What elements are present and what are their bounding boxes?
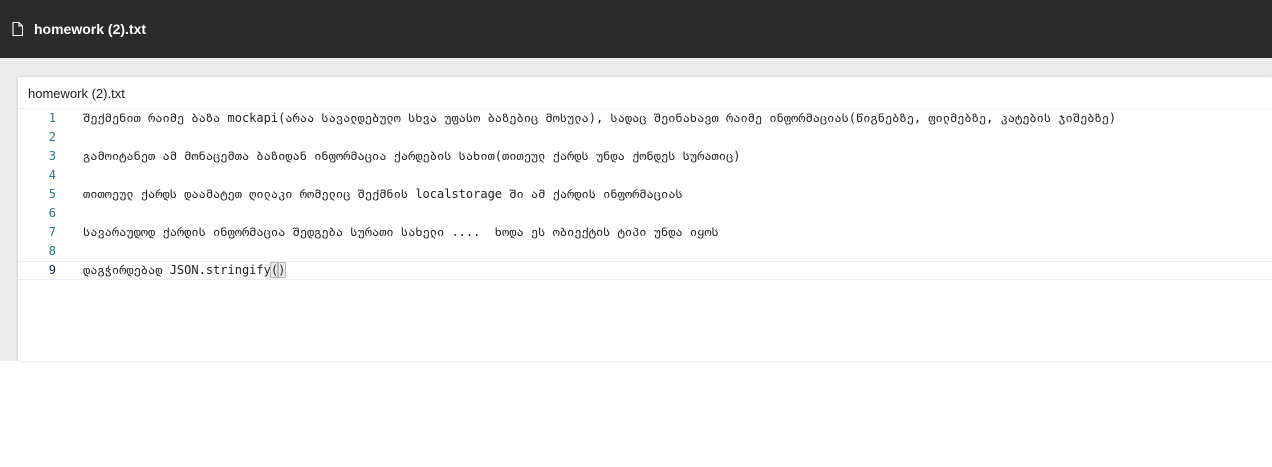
bracket-close-highlight: ) (277, 262, 287, 278)
line-number: 7 (48, 225, 56, 239)
line-text[interactable]: შექმენით რაიმე ბაზა mockapi(არაა სავალდე… (83, 109, 1116, 128)
text-editor[interactable]: 1 შექმენით რაიმე ბაზა mockapi(არაა სავალ… (18, 109, 1272, 280)
editor-line[interactable]: 4 (18, 166, 1272, 185)
file-preview-panel: homework (2).txt 1 შექმენით რაიმე ბაზა m… (18, 77, 1272, 361)
line-text[interactable]: სავარაუდოდ ქარდის ინფორმაცია შედგება სურ… (83, 223, 719, 242)
file-icon (12, 22, 23, 36)
line-number: 6 (48, 206, 56, 220)
text-cursor (285, 262, 287, 277)
window-title: homework (2).txt (34, 21, 147, 37)
editor-line[interactable]: 7 სავარაუდოდ ქარდის ინფორმაცია შედგება ს… (18, 223, 1272, 242)
line-number: 1 (48, 111, 56, 125)
editor-line[interactable]: 6 (18, 204, 1272, 223)
line-text[interactable]: დაგჭირდებად JSON.stringify() (83, 261, 287, 280)
title-bar: homework (2).txt (0, 0, 1272, 58)
line-number: 5 (48, 187, 56, 201)
line-number: 3 (48, 149, 56, 163)
editor-line[interactable]: 1 შექმენით რაიმე ბაზა mockapi(არაა სავალ… (18, 109, 1272, 128)
editor-line[interactable]: 8 (18, 242, 1272, 261)
editor-line[interactable]: 2 (18, 128, 1272, 147)
editor-line[interactable]: 3 გამოიტანეთ ამ მონაცემთა ბაზიდან ინფორმ… (18, 147, 1272, 166)
editor-line[interactable]: 5 თითოეულ ქარდს დაამატეთ ღილაკი რომელიც … (18, 185, 1272, 204)
line-number: 8 (48, 244, 56, 258)
line-text-prefix: დაგჭირდებად JSON.stringify (83, 263, 271, 277)
line-number: 4 (48, 168, 56, 182)
editor-line-current[interactable]: 9 დაგჭირდებად JSON.stringify() (18, 261, 1272, 280)
line-text[interactable]: თითოეულ ქარდს დაამატეთ ღილაკი რომელიც შე… (83, 185, 683, 204)
line-number: 2 (48, 130, 56, 144)
line-number: 9 (48, 263, 56, 277)
line-text[interactable]: გამოიტანეთ ამ მონაცემთა ბაზიდან ინფორმაც… (83, 147, 740, 166)
bracket-open-highlight: ( (269, 262, 280, 278)
file-name-header: homework (2).txt (28, 86, 125, 101)
